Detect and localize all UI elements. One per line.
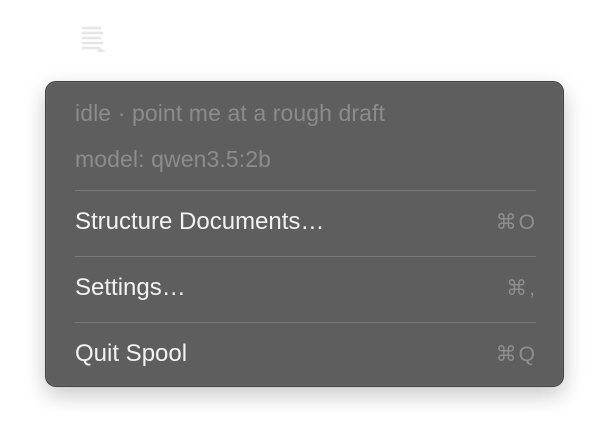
status-text: idle · point me at a rough draft <box>75 100 386 126</box>
menu-separator <box>75 322 536 323</box>
menu-item-label: Structure Documents… <box>75 208 325 235</box>
spool-document-icon-graphic <box>81 26 106 52</box>
menu-item-label: Settings… <box>75 274 186 301</box>
status-menu: idle · point me at a rough draft model: … <box>45 81 564 387</box>
model-text: model: qwen3.5:2b <box>75 146 272 172</box>
settings-menu-item[interactable]: Settings… ⌘, <box>50 261 559 319</box>
spool-document-icon[interactable] <box>78 22 110 56</box>
screen: idle · point me at a rough draft model: … <box>0 0 610 442</box>
menu-separator <box>75 256 536 257</box>
structure-documents-menu-item[interactable]: Structure Documents… ⌘O <box>50 195 559 253</box>
quit-spool-menu-item[interactable]: Quit Spool ⌘Q <box>50 327 559 385</box>
menu-item-label: Quit Spool <box>75 340 188 367</box>
menu-separator <box>75 190 536 191</box>
menu-item-shortcut: ⌘O <box>495 211 537 234</box>
menu-item-shortcut: ⌘Q <box>495 343 537 366</box>
menu-item-shortcut: ⌘, <box>506 277 537 300</box>
